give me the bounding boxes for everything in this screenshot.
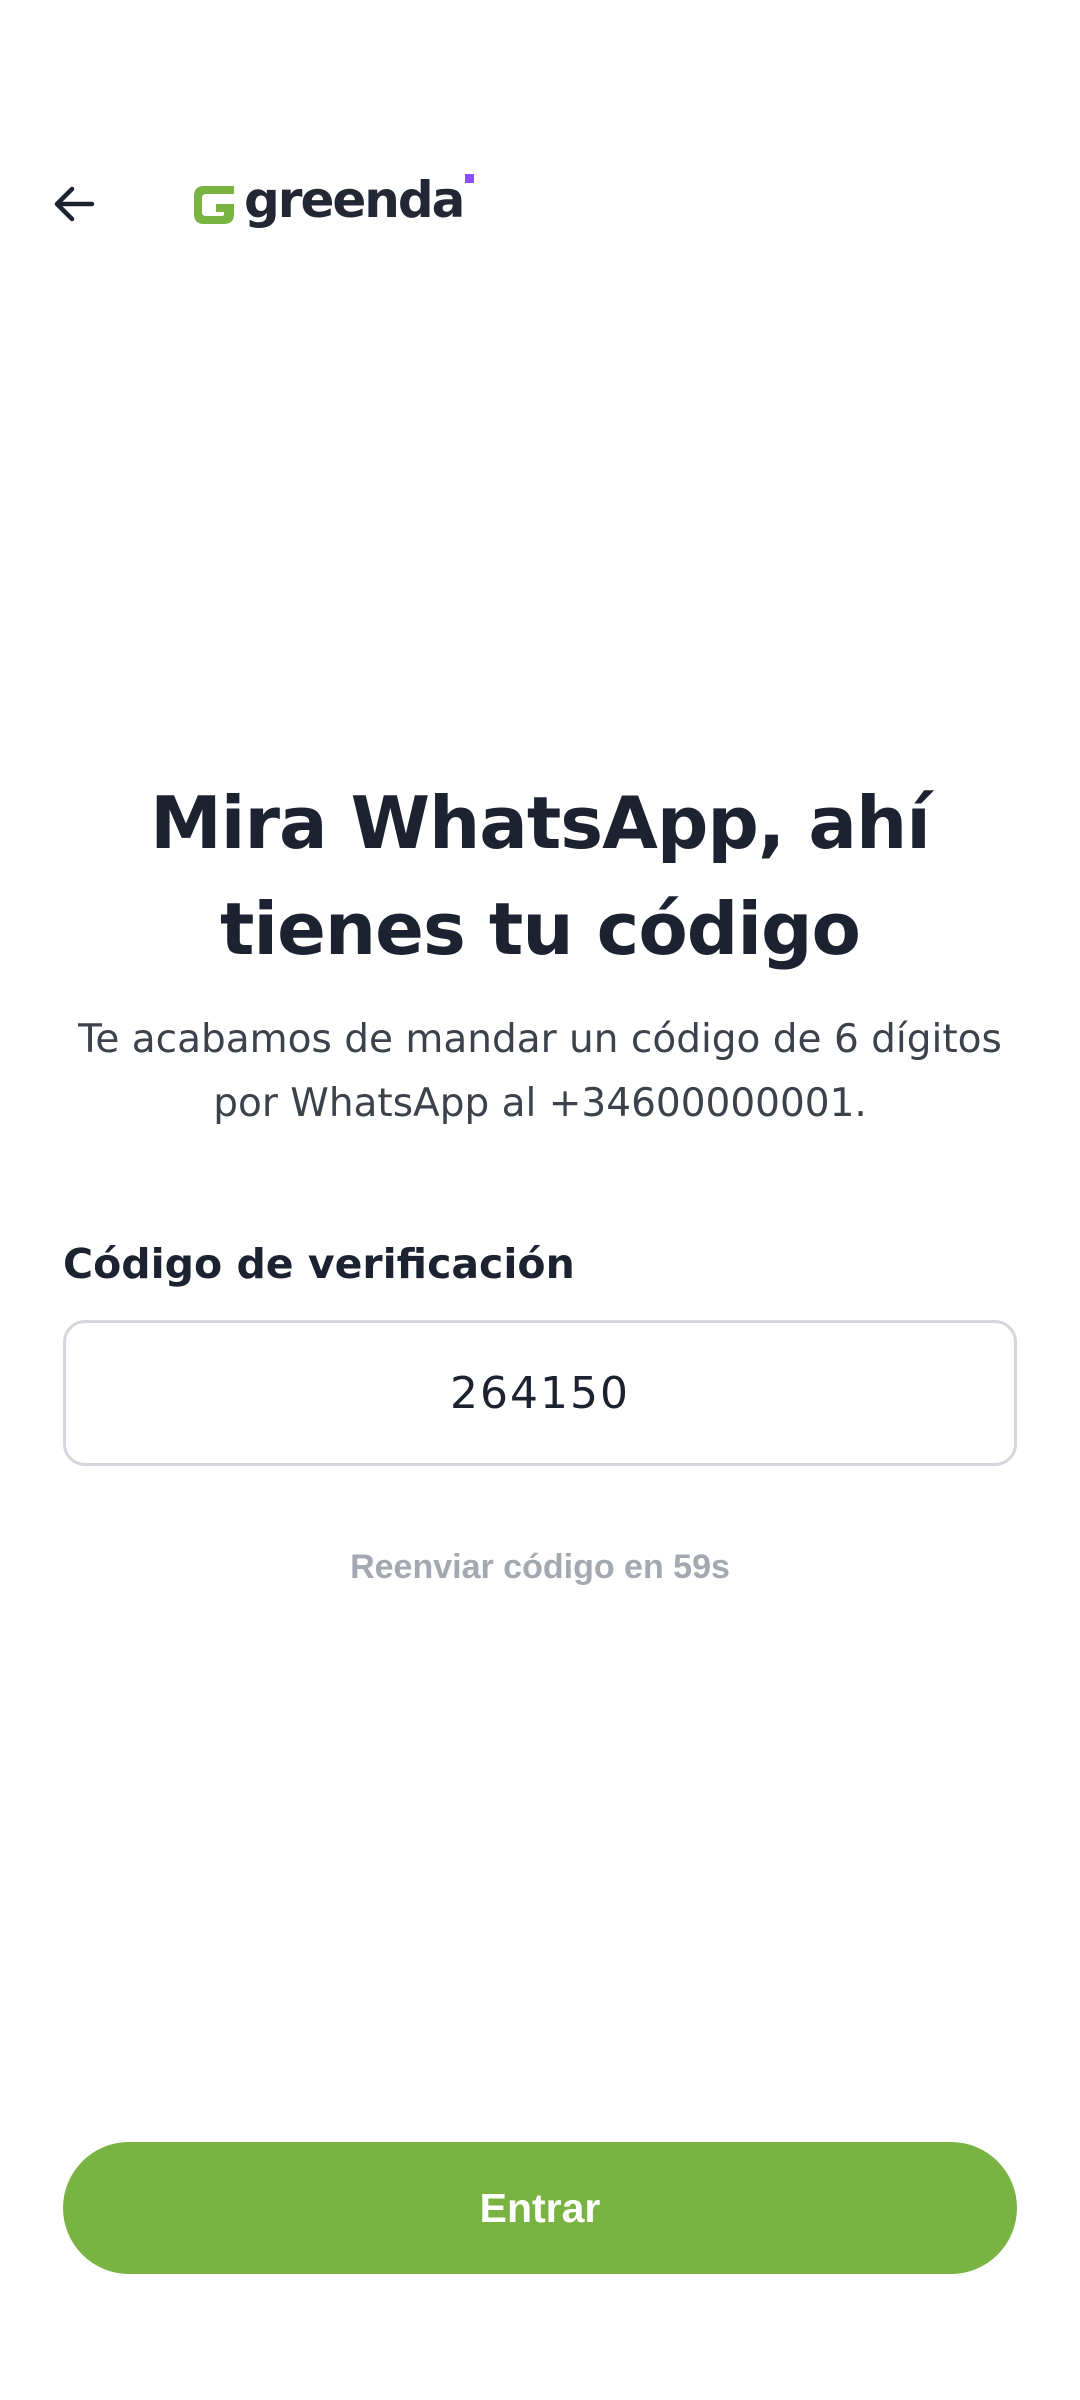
greenda-logo-mark-icon — [194, 186, 234, 224]
greenda-logo: greenda — [188, 171, 475, 232]
code-field-label: Código de verificación — [63, 1240, 575, 1288]
verification-code-input[interactable] — [63, 1320, 1017, 1466]
back-button[interactable] — [38, 170, 110, 242]
arrow-left-icon — [50, 180, 98, 232]
page-subtitle: Te acabamos de mandar un código de 6 díg… — [78, 1017, 1002, 1126]
resend-code-countdown: Reenviar código en 59s — [350, 1548, 730, 1586]
enter-button[interactable]: Entrar — [63, 2142, 1017, 2274]
page-title: Mira WhatsApp, ahí tienes tu código — [150, 781, 931, 971]
logo-text: greenda — [244, 171, 465, 229]
logo-dot — [465, 173, 475, 183]
